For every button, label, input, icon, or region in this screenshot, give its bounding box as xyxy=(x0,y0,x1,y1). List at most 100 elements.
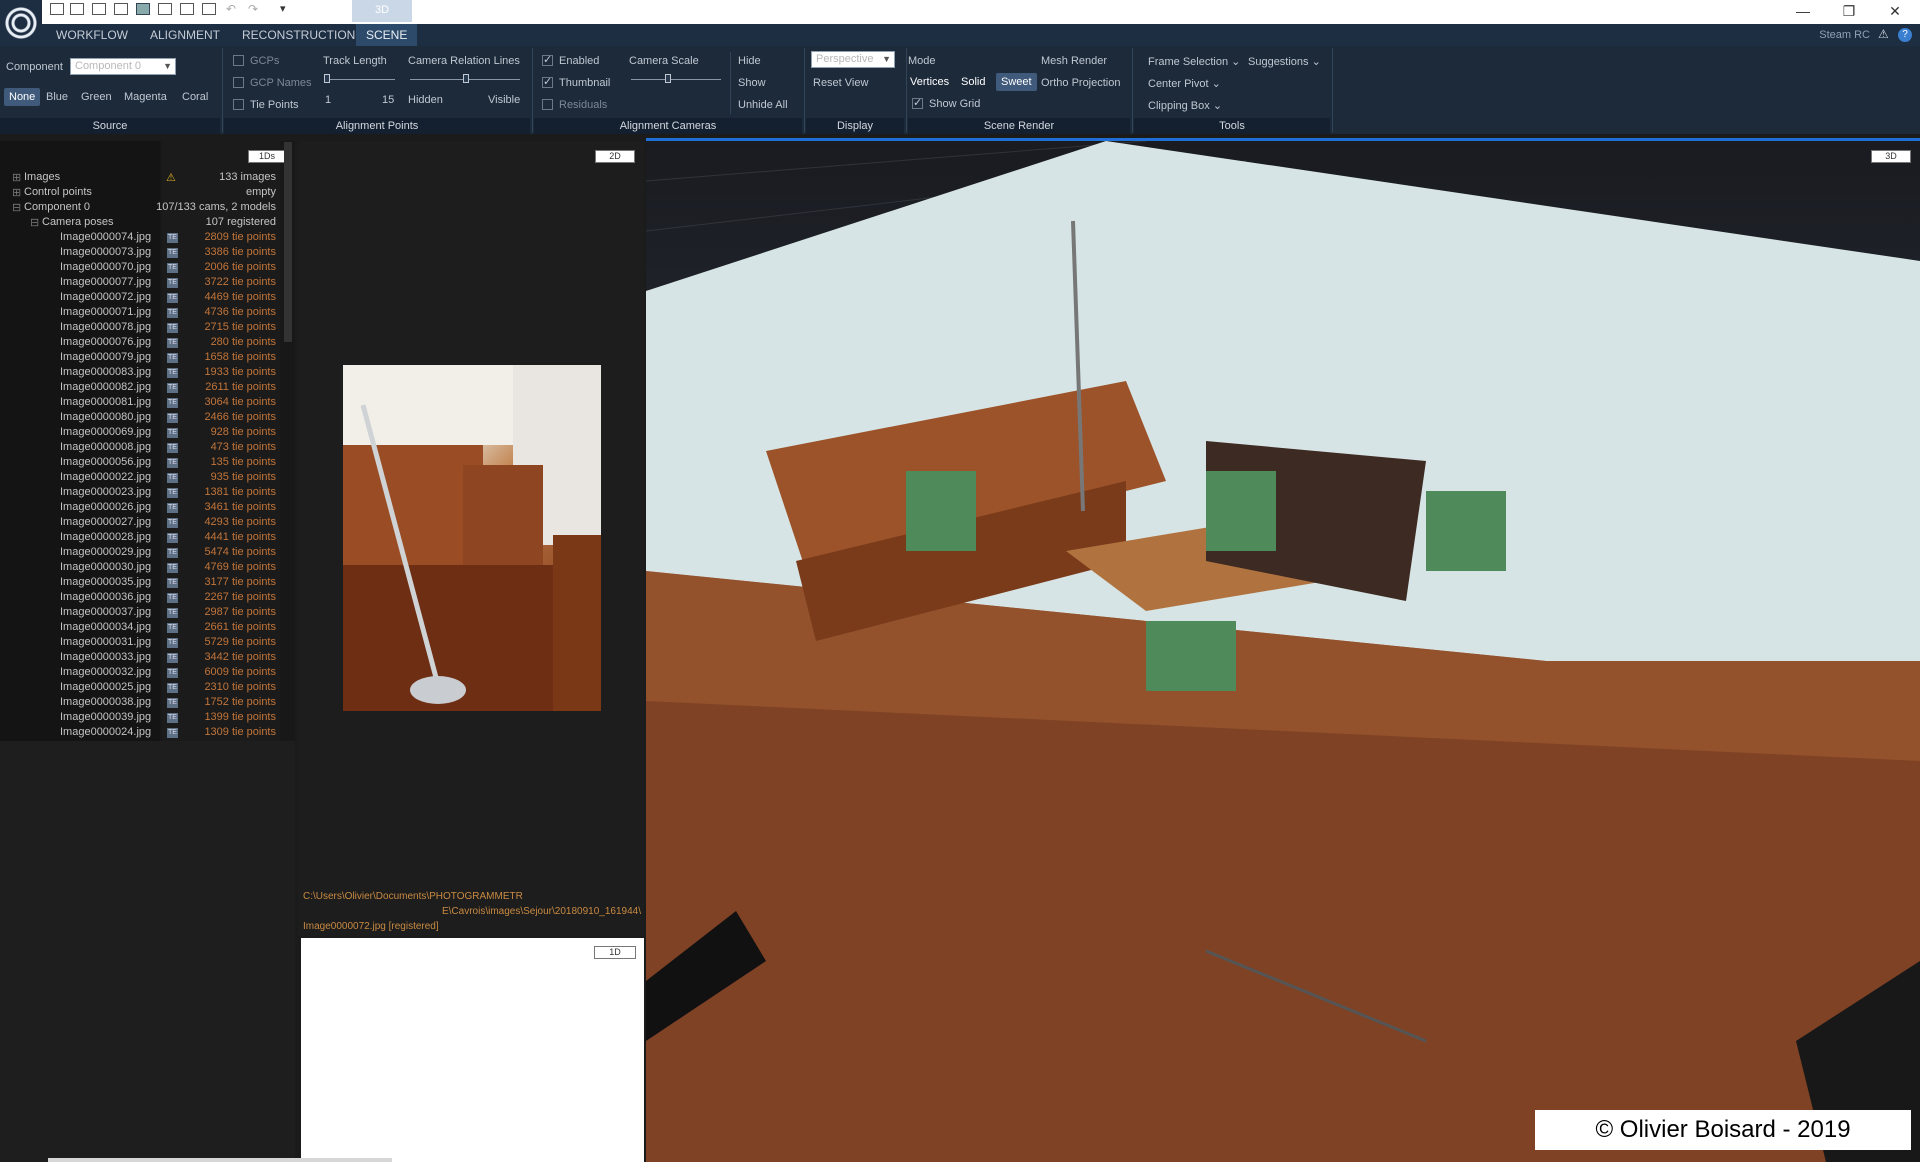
chevron-down-icon: ⌄ xyxy=(1231,56,1241,68)
tie-points-count: 1309 tie points xyxy=(204,726,276,738)
image-item[interactable]: Image0000069.jpg xyxy=(60,426,151,438)
app-logo-icon[interactable] xyxy=(0,0,42,46)
tree-item-camera-poses[interactable]: Camera poses xyxy=(42,216,114,228)
layout-4-icon[interactable] xyxy=(114,3,128,15)
ortho-projection-button[interactable]: Ortho Projection xyxy=(1041,77,1120,89)
image-item[interactable]: Image0000039.jpg xyxy=(60,711,151,723)
scene-3d-context-tab[interactable]: 3D xyxy=(352,0,412,22)
camera-relation-lines-slider[interactable] xyxy=(463,74,469,83)
gcp-names-checkbox[interactable] xyxy=(233,77,244,88)
expand-icon[interactable]: ⊞ xyxy=(12,171,21,184)
show-button[interactable]: Show xyxy=(738,77,766,89)
image-item[interactable]: Image0000035.jpg xyxy=(60,576,151,588)
image-item[interactable]: Image0000022.jpg xyxy=(60,471,151,483)
menu-workflow[interactable]: WORKFLOW xyxy=(46,24,138,46)
projection-select[interactable]: Perspective ▼ xyxy=(811,51,895,68)
image-item[interactable]: Image0000034.jpg xyxy=(60,621,151,633)
thumbnail-checkbox[interactable] xyxy=(542,75,553,88)
image-item[interactable]: Image0000023.jpg xyxy=(60,486,151,498)
tie-points-count: 280 tie points xyxy=(210,336,276,348)
undo-icon[interactable]: ↶ xyxy=(226,2,236,16)
unhide-all-button[interactable]: Unhide All xyxy=(738,99,788,111)
color-coral-button[interactable]: Coral xyxy=(182,91,208,103)
center-pivot-button[interactable]: Center Pivot ⌄ xyxy=(1148,77,1221,90)
viewport-3d[interactable] xyxy=(646,141,1920,1162)
image-item[interactable]: Image0000073.jpg xyxy=(60,246,151,258)
image-item[interactable]: Image0000080.jpg xyxy=(60,411,151,423)
image-item[interactable]: Image0000036.jpg xyxy=(60,591,151,603)
maximize-button[interactable]: ❐ xyxy=(1826,0,1872,22)
image-item[interactable]: Image0000025.jpg xyxy=(60,681,151,693)
minimize-button[interactable]: — xyxy=(1780,0,1826,22)
layout-8-icon[interactable] xyxy=(202,3,216,15)
color-blue-button[interactable]: Blue xyxy=(46,91,68,103)
image-item[interactable]: Image0000070.jpg xyxy=(60,261,151,273)
menu-reconstruction[interactable]: RECONSTRUCTION xyxy=(232,24,365,46)
image-item[interactable]: Image0000026.jpg xyxy=(60,501,151,513)
tree-item-component-0[interactable]: Component 0 xyxy=(24,201,90,213)
image-item[interactable]: Image0000032.jpg xyxy=(60,666,151,678)
hide-button[interactable]: Hide xyxy=(738,55,761,67)
image-item[interactable]: Image0000024.jpg xyxy=(60,726,151,738)
mode-vertices-button[interactable]: Vertices xyxy=(910,76,949,88)
mode-solid-button[interactable]: Solid xyxy=(961,76,985,88)
customize-quick-access-icon[interactable]: ▾ xyxy=(280,2,286,15)
clipping-box-button[interactable]: Clipping Box ⌄ xyxy=(1148,99,1222,112)
image-item[interactable]: Image0000027.jpg xyxy=(60,516,151,528)
image-item[interactable]: Image0000078.jpg xyxy=(60,321,151,333)
expand-icon[interactable]: ⊟ xyxy=(30,216,39,229)
tree-item-images[interactable]: Images xyxy=(24,171,60,183)
image-item[interactable]: Image0000072.jpg xyxy=(60,291,151,303)
layout-6-icon[interactable] xyxy=(158,3,172,15)
menu-alignment[interactable]: ALIGNMENT xyxy=(140,24,230,46)
help-icon[interactable]: ? xyxy=(1898,28,1912,42)
image-item[interactable]: Image0000028.jpg xyxy=(60,531,151,543)
layout-7-icon[interactable] xyxy=(180,3,194,15)
image-item[interactable]: Image0000082.jpg xyxy=(60,381,151,393)
tree-item-control-points[interactable]: Control points xyxy=(24,186,92,198)
reset-view-button[interactable]: Reset View xyxy=(813,77,868,89)
gcps-checkbox[interactable] xyxy=(233,55,244,66)
layout-3-icon[interactable] xyxy=(92,3,106,15)
thumbnail-label: Thumbnail xyxy=(559,77,611,89)
layout-5-icon[interactable] xyxy=(136,3,150,15)
residuals-checkbox[interactable] xyxy=(542,99,553,110)
mode-sweet-button[interactable]: Sweet xyxy=(996,73,1037,91)
suggestions-button[interactable]: Suggestions ⌄ xyxy=(1248,55,1321,68)
color-none-button[interactable]: None xyxy=(4,88,41,106)
tree-scrollbar[interactable] xyxy=(284,142,292,342)
image-preview[interactable] xyxy=(343,365,601,711)
menu-scene[interactable]: SCENE xyxy=(356,24,418,46)
image-item[interactable]: Image0000031.jpg xyxy=(60,636,151,648)
image-item[interactable]: Image0000071.jpg xyxy=(60,306,151,318)
tie-points-checkbox[interactable] xyxy=(233,99,244,110)
track-length-slider[interactable] xyxy=(324,74,330,83)
warning-icon[interactable]: ⚠ xyxy=(1878,27,1889,41)
image-item[interactable]: Image0000083.jpg xyxy=(60,366,151,378)
expand-icon[interactable]: ⊞ xyxy=(12,186,21,199)
image-item[interactable]: Image0000076.jpg xyxy=(60,336,151,348)
image-item[interactable]: Image0000077.jpg xyxy=(60,276,151,288)
image-item[interactable]: Image0000008.jpg xyxy=(60,441,151,453)
image-item[interactable]: Image0000030.jpg xyxy=(60,561,151,573)
camera-scale-slider[interactable] xyxy=(665,74,671,83)
color-magenta-button[interactable]: Magenta xyxy=(124,91,167,103)
close-button[interactable]: ✕ xyxy=(1872,0,1918,22)
redo-icon[interactable]: ↷ xyxy=(248,2,258,16)
layout-1-icon[interactable] xyxy=(50,3,64,15)
enabled-checkbox[interactable] xyxy=(542,53,553,66)
frame-selection-button[interactable]: Frame Selection ⌄ xyxy=(1148,55,1240,68)
expand-icon[interactable]: ⊟ xyxy=(12,201,21,214)
image-item[interactable]: Image0000029.jpg xyxy=(60,546,151,558)
image-item[interactable]: Image0000038.jpg xyxy=(60,696,151,708)
color-green-button[interactable]: Green xyxy=(81,91,112,103)
component-select[interactable]: Component 0 ▼ xyxy=(70,58,176,75)
image-item[interactable]: Image0000079.jpg xyxy=(60,351,151,363)
image-item[interactable]: Image0000081.jpg xyxy=(60,396,151,408)
image-item[interactable]: Image0000033.jpg xyxy=(60,651,151,663)
show-grid-checkbox[interactable] xyxy=(912,96,923,109)
layout-2-icon[interactable] xyxy=(70,3,84,15)
image-item[interactable]: Image0000037.jpg xyxy=(60,606,151,618)
image-item[interactable]: Image0000056.jpg xyxy=(60,456,151,468)
image-item[interactable]: Image0000074.jpg xyxy=(60,231,151,243)
